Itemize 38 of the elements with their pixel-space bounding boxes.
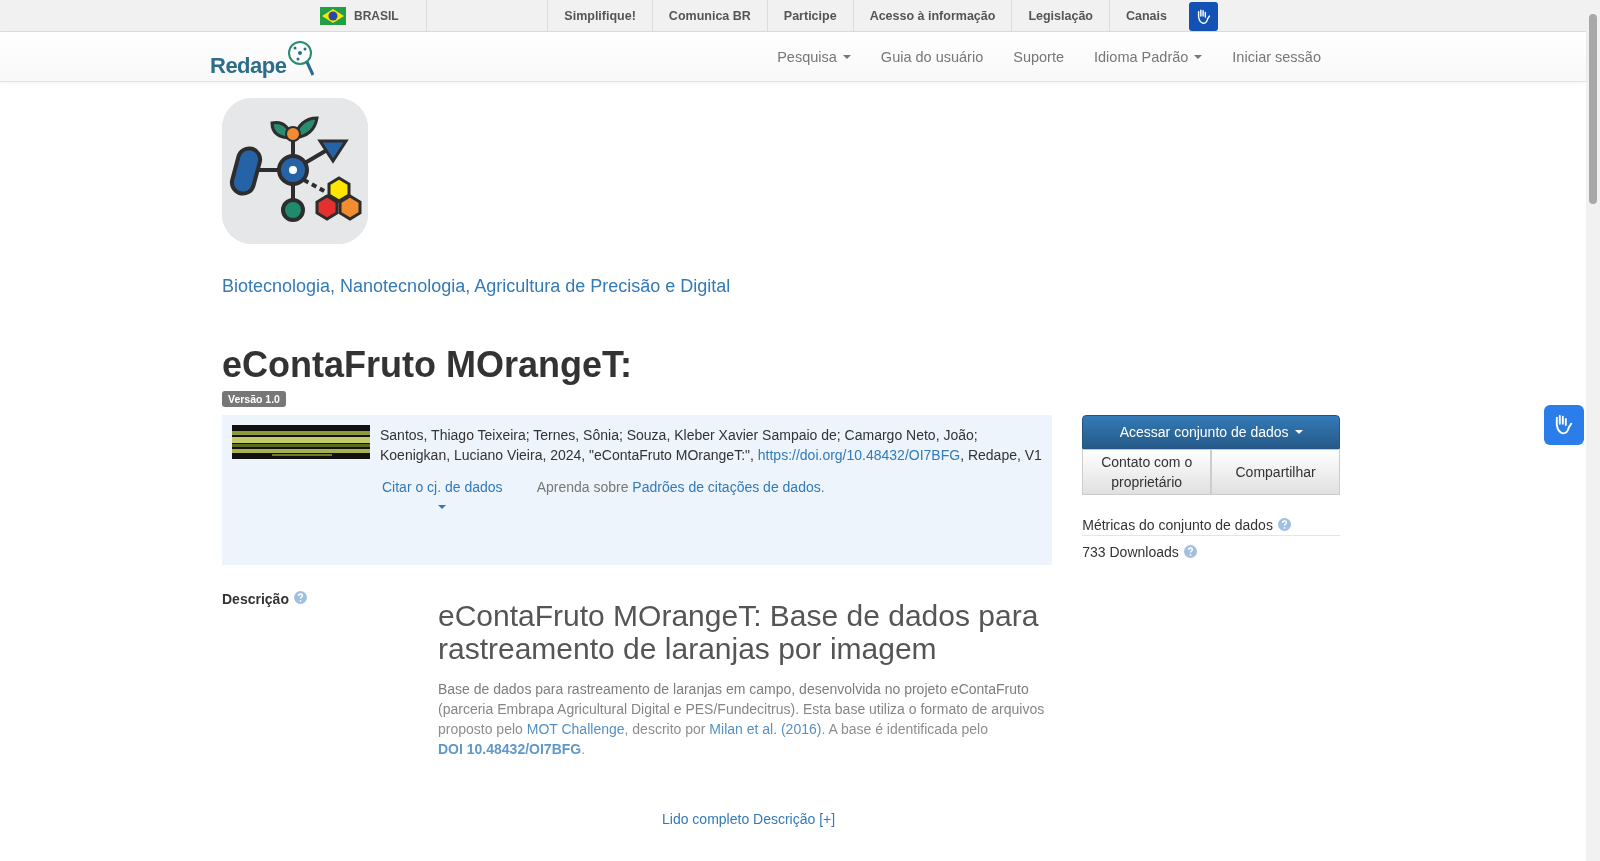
description-text: Base de dados para rastreamento de laranjas em campo, desenvolvida no projeto eContaFruto (parceria Embrapa Agricultural Digital e PES/Fundecitrus). Esta base utiliza o formato de arquivos proposto pelo MOT Challenge, descrito por Milan et al. (2016). A base é identificada pelo DOI 10.48432/OI7BFG. [438,679,1046,759]
help-icon[interactable] [1277,518,1291,532]
read-more-link[interactable]: Lido completo Descrição [+] [662,810,836,827]
nav-link[interactable]: Suporte [998,48,1080,65]
nav-link[interactable]: Iniciar sessão [1217,48,1336,65]
access-dataset-button[interactable]: Acessar conjunto de dados [1082,414,1340,449]
citation-text: Santos, Thiago Teixeira; Ternes, Sônia; Souza, Kleber Xavier Sampaio de; Camargo Neto, João; Koenigkan, Luciano Vieira, 2024, "eContaFruto MOrangeT:", https://doi.org/10.48432/OI7BFG, Redape, V1 [380,425,1043,465]
country-label: BRASIL [354,8,399,23]
help-icon[interactable] [293,590,307,604]
action-button[interactable]: Compartilhar [1211,448,1340,495]
text-link[interactable]: Padrões de citações de dados. [632,478,825,495]
action-button[interactable]: Contato com o proprietário [1082,448,1212,495]
cite-dataset-button[interactable]: Citar o cj. de dados [380,478,505,509]
collection-link[interactable]: Biotecnologia, Nanotecnologia, Agricultura de Precisão e Digital [222,276,731,297]
scrollbar[interactable] [1586,0,1600,861]
nav-link[interactable]: Guia do usuário [865,48,999,65]
citation-help-text: Aprenda sobre Padrões de citações de dados. [536,478,825,495]
sign-language-button[interactable] [1189,2,1218,31]
gov-link[interactable]: Canais [1109,0,1183,31]
brand-logo[interactable]: Redape [210,34,315,79]
help-icon[interactable] [1183,545,1197,559]
sign-language-button[interactable] [1544,405,1584,445]
gov-link[interactable]: Comunica BR [651,0,767,31]
dataset-title: eContaFruto MOrangeT: [222,345,633,385]
nav-link[interactable]: Pesquisa [762,48,866,65]
gov-link[interactable]: Acesso à informação [852,0,1012,31]
description-label: Descrição [222,590,289,607]
text-link[interactable]: MOT Challenge [526,720,625,737]
gov-link[interactable]: Simplifique! [547,0,652,31]
nav-link[interactable]: Idioma Padrão [1079,48,1218,65]
metrics-title: Métricas do conjunto de dados [1082,516,1273,533]
description-heading: eContaFruto MOrangeT: Base de dados para rastreamento de laranjas por imagem [438,598,1040,665]
downloads-count: 733 Downloads [1082,543,1179,560]
flag-icon [320,6,346,25]
gov-link[interactable]: Participe [766,0,853,31]
text-link[interactable]: https://doi.org/10.48432/OI7BFG [757,446,961,463]
version-badge: Versão 1.0 [222,390,286,407]
gov-link[interactable]: Legislação [1011,0,1109,31]
